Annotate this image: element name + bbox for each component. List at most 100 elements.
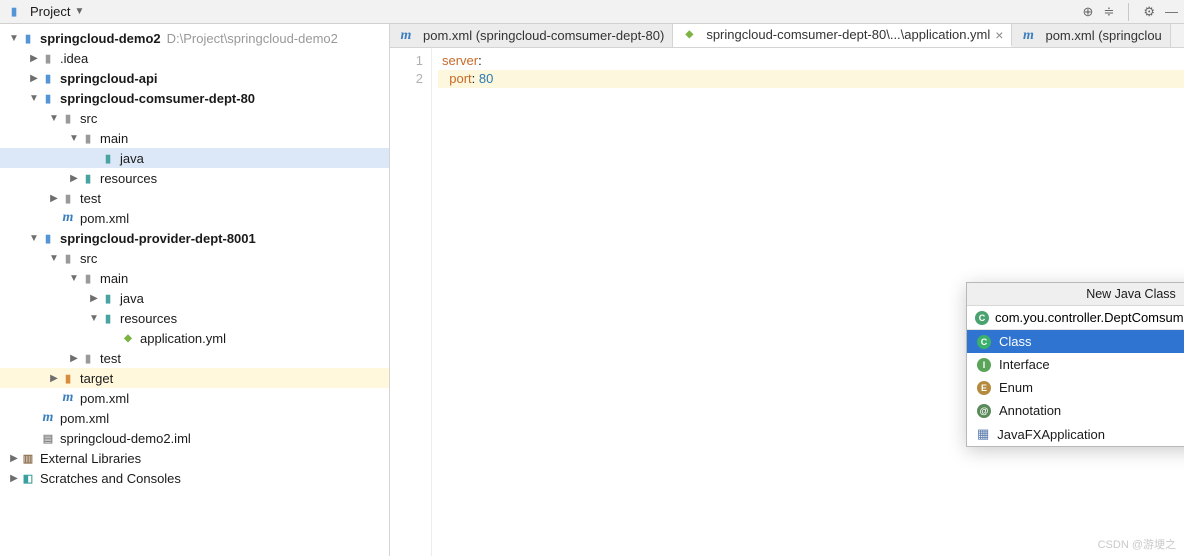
chevron-right-icon[interactable]: ▶ [68,173,80,184]
chevron-right-icon[interactable]: ▶ [8,453,20,464]
project-tree[interactable]: ▼ ▮ springcloud-demo2 D:\Project\springc… [0,24,389,556]
chevron-right-icon[interactable]: ▶ [28,53,40,64]
root-path: D:\Project\springcloud-demo2 [167,31,338,46]
label: springcloud-provider-dept-8001 [60,231,256,246]
tab-pom-consumer[interactable]: m pom.xml (springcloud-comsumer-dept-80) [390,24,673,47]
project-toolbar: ▮ Project ▼ ⊕ ≑ ⚙ — [0,0,1184,24]
target-folder-icon: ▮ [60,370,76,386]
label: pom.xml [60,411,109,426]
chevron-right-icon[interactable]: ▶ [28,73,40,84]
locate-icon[interactable]: ⊕ [1083,4,1094,20]
tree-pom-root[interactable]: m pom.xml [0,408,389,428]
tree-idea[interactable]: ▶ ▮ .idea [0,48,389,68]
resources-folder-icon: ▮ [80,170,96,186]
tree-main-2[interactable]: ▼ ▮ main [0,268,389,288]
tree-resources-1[interactable]: ▶ ▮ resources [0,168,389,188]
class-icon: C [975,311,989,325]
yaml-icon: ◆ [120,330,136,346]
tree-test-2[interactable]: ▶ ▮ test [0,348,389,368]
tab-pom-other[interactable]: m pom.xml (springclou [1012,24,1170,47]
chevron-down-icon[interactable]: ▼ [48,253,60,264]
tab-label: pom.xml (springclou [1045,28,1161,43]
tree-src-1[interactable]: ▼ ▮ src [0,108,389,128]
dropdown-icon[interactable]: ▼ [74,6,84,17]
expand-icon[interactable]: ≑ [1103,4,1114,20]
folder-icon: ▮ [80,350,96,366]
label: test [80,191,101,206]
chevron-down-icon[interactable]: ▼ [68,133,80,144]
chevron-down-icon[interactable]: ▼ [28,233,40,244]
chevron-down-icon[interactable]: ▼ [8,33,20,44]
maven-icon: m [60,390,76,406]
popup-title: New Java Class [967,283,1184,306]
label: target [80,371,113,386]
tree-target[interactable]: ▶ ▮ target [0,368,389,388]
item-label: Class [999,334,1032,349]
chevron-down-icon[interactable]: ▼ [68,273,80,284]
chevron-right-icon[interactable]: ▶ [48,193,60,204]
maven-icon: m [40,410,56,426]
project-label[interactable]: Project [30,4,70,19]
chevron-down-icon[interactable]: ▼ [48,113,60,124]
chevron-right-icon[interactable]: ▶ [68,353,80,364]
line-number: 2 [390,70,423,88]
line-gutter: 1 2 [390,48,432,556]
tab-label: pom.xml (springcloud-comsumer-dept-80) [423,28,664,43]
label: resources [120,311,177,326]
popup-item-interface[interactable]: I Interface [967,353,1184,376]
maven-icon: m [60,210,76,226]
code-line-1: server: [438,52,1184,70]
popup-item-javafx[interactable]: ▦ JavaFXApplication [967,422,1184,446]
tree-resources-2[interactable]: ▼ ▮ resources [0,308,389,328]
chevron-down-icon[interactable]: ▼ [28,93,40,104]
tree-scratch[interactable]: ▶ ◧ Scratches and Consoles [0,468,389,488]
chevron-down-icon[interactable]: ▼ [88,313,100,324]
maven-icon: m [1020,28,1036,44]
yaml-icon: ◆ [681,27,697,43]
chevron-right-icon[interactable]: ▶ [8,473,20,484]
module-icon: ▮ [20,30,36,46]
tree-provider[interactable]: ▼ ▮ springcloud-provider-dept-8001 [0,228,389,248]
popup-item-class[interactable]: C Class [967,330,1184,353]
project-tree-panel: ▼ ▮ springcloud-demo2 D:\Project\springc… [0,24,390,556]
tree-pom-2[interactable]: m pom.xml [0,388,389,408]
label: springcloud-comsumer-dept-80 [60,91,255,106]
tree-root[interactable]: ▼ ▮ springcloud-demo2 D:\Project\springc… [0,28,389,48]
library-icon: ▥ [20,450,36,466]
maven-icon: m [398,28,414,44]
popup-input-row: C [967,306,1184,330]
tree-pom-1[interactable]: m pom.xml [0,208,389,228]
popup-item-annotation[interactable]: @ Annotation [967,399,1184,422]
close-icon[interactable]: × [995,27,1003,43]
line-number: 1 [390,52,423,70]
javafx-icon: ▦ [977,426,989,442]
tab-application-yml[interactable]: ◆ springcloud-comsumer-dept-80\...\appli… [673,24,1012,47]
tree-test-1[interactable]: ▶ ▮ test [0,188,389,208]
tree-appyml[interactable]: ◆ application.yml [0,328,389,348]
tree-java-2[interactable]: ▶ ▮ java [0,288,389,308]
chevron-right-icon[interactable]: ▶ [48,373,60,384]
label: External Libraries [40,451,141,466]
tree-java-1[interactable]: ▮ java [0,148,389,168]
item-label: Interface [999,357,1050,372]
separator [1128,3,1129,21]
tree-main-1[interactable]: ▼ ▮ main [0,128,389,148]
label: src [80,251,97,266]
popup-item-enum[interactable]: E Enum [967,376,1184,399]
tree-api[interactable]: ▶ ▮ springcloud-api [0,68,389,88]
folder-icon: ▮ [60,250,76,266]
folder-icon: ▮ [80,130,96,146]
tree-iml[interactable]: ▤ springcloud-demo2.iml [0,428,389,448]
label: Scratches and Consoles [40,471,181,486]
label: pom.xml [80,391,129,406]
gear-icon[interactable]: ⚙ [1143,4,1155,20]
hide-icon[interactable]: — [1165,4,1178,19]
enum-icon: E [977,381,991,395]
chevron-right-icon[interactable]: ▶ [88,293,100,304]
class-name-input[interactable] [995,310,1184,325]
tree-extlib[interactable]: ▶ ▥ External Libraries [0,448,389,468]
tree-src-2[interactable]: ▼ ▮ src [0,248,389,268]
tree-consumer[interactable]: ▼ ▮ springcloud-comsumer-dept-80 [0,88,389,108]
new-class-popup: New Java Class C C Class I Interface E E… [966,282,1184,447]
label: main [100,131,128,146]
